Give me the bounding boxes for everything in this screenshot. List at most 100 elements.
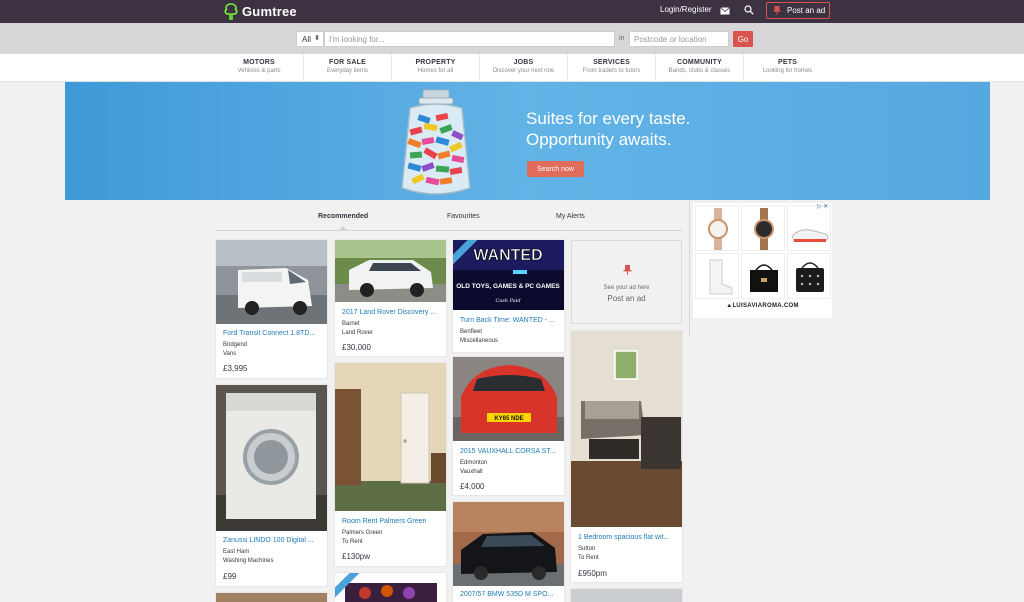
listing-image-bmw [453, 502, 564, 586]
listing-location: Sutton [578, 546, 596, 552]
ad-product-watch-rose[interactable] [695, 205, 739, 251]
listing-image-partial [571, 589, 682, 602]
category-pets[interactable]: PETS Looking for homes [743, 54, 831, 82]
listing-card[interactable]: Zanussi LINDO 100 Digital ... East Ham W… [216, 385, 327, 586]
category-title: PETS [777, 59, 798, 66]
go-button[interactable]: Go [733, 31, 753, 47]
ad-product-bag-black[interactable] [741, 253, 785, 299]
location-input[interactable]: Postcode or location [629, 31, 729, 47]
listing-title[interactable]: Room Rent Palmers Green [342, 518, 426, 525]
number-plate: KY65 NDE [494, 416, 523, 422]
ad-product-boot[interactable] [695, 253, 739, 299]
mail-icon[interactable] [720, 6, 730, 16]
feed-tabs: Recommended Favourites My Alerts [216, 207, 682, 231]
post-ad-label: Post an ad [787, 6, 826, 15]
search-icon[interactable] [744, 5, 754, 15]
gumtree-logo[interactable]: Gumtree [224, 2, 297, 21]
ad-product-sneaker[interactable] [787, 205, 831, 251]
listing-category: Vans [223, 351, 237, 357]
category-motors[interactable]: MOTORS Vehicles & parts [215, 54, 303, 82]
sweet-jar-image [401, 89, 471, 195]
tab-favourites[interactable]: Favourites [447, 213, 480, 220]
ad-product-bag-studded[interactable] [787, 253, 831, 299]
listing-title[interactable]: 1 Bedroom spacious flat wit... [578, 534, 669, 541]
listing-card[interactable]: Room Rent Palmers Green Palmers Green To… [335, 363, 446, 566]
banner-line-2: Opportunity awaits. [526, 130, 672, 149]
category-community[interactable]: COMMUNITY Bands, clubs & classes [655, 54, 743, 82]
listing-title[interactable]: Turn Back Time: WANTED - ... [460, 317, 555, 324]
category-select-value: All [302, 35, 311, 44]
category-subtitle: Looking for homes [762, 68, 813, 74]
listing-price: £950pm [578, 569, 607, 578]
listing-location: Palmers Green [342, 530, 383, 536]
listing-title[interactable]: Ford Transit Connect 1.8TD... [223, 330, 315, 337]
category-title: FOR SALE [329, 59, 366, 66]
search-now-button[interactable]: Search now [527, 161, 584, 177]
wanted-signature: Cash Paid [495, 298, 520, 304]
listing-price: £130pw [342, 552, 371, 561]
boot-image [709, 259, 733, 295]
banner-line-1: Suites for every taste. [526, 109, 691, 128]
listing-image-washing-machine [216, 385, 327, 531]
category-subtitle: Homes for all [417, 68, 454, 74]
listing-price: £99 [223, 572, 237, 581]
listing-card[interactable]: 1 Bedroom spacious flat wit... Sutton To… [571, 331, 682, 582]
your-ad-here-card[interactable]: See your ad here Post an ad [571, 240, 682, 324]
ad-product-watch-black[interactable] [741, 205, 785, 251]
listing-card[interactable] [335, 573, 446, 602]
listing-title[interactable]: 2007/57 BMW 535D M SPO... [460, 591, 553, 598]
category-nav: MOTORS Vehicles & parts FOR SALE Everyda… [0, 54, 1024, 82]
promo-banner[interactable]: Suites for every taste. Opportunity awai… [65, 82, 990, 200]
category-subtitle: Everyday items [326, 68, 368, 74]
ad-choices-icon[interactable]: ▷ ✕ [817, 203, 828, 210]
login-register-link[interactable]: Login/Register [660, 5, 712, 14]
brand-name: Gumtree [242, 4, 297, 19]
search-input[interactable]: I'm looking for... [324, 31, 615, 47]
tab-my-alerts[interactable]: My Alerts [556, 213, 585, 220]
listing-image-room [335, 363, 446, 511]
listing-location: East Ham [223, 549, 250, 555]
tree-icon [224, 3, 238, 20]
listing-title[interactable]: 2017 Land Rover Discovery ... [342, 309, 436, 316]
post-ad-button[interactable]: Post an ad [766, 2, 830, 19]
top-header: Gumtree Login/Register Post an ad [0, 0, 1024, 23]
listing-image-flat [571, 331, 682, 527]
listing-image-partial [216, 593, 327, 602]
category-title: COMMUNITY [677, 59, 722, 66]
listing-location: Bridgend [223, 342, 248, 348]
listing-card[interactable] [216, 593, 327, 602]
pin-icon [773, 6, 781, 15]
category-subtitle: From traders to tutors [582, 68, 641, 74]
side-advertisement[interactable] [693, 203, 832, 318]
listing-card[interactable]: WANTED OLD TOYS, GAMES & PC GAMES Cash P… [453, 240, 564, 352]
listing-image-land-rover [335, 240, 446, 302]
ad-brand-label[interactable]: ▲LUISAVIAROMA.COM [693, 303, 832, 309]
listing-title[interactable]: Zanussi LINDO 100 Digital ... [223, 537, 314, 544]
listing-card[interactable]: 2007/57 BMW 535D M SPO... [453, 502, 564, 602]
bag-image [796, 262, 824, 292]
listing-card[interactable] [571, 589, 682, 602]
active-tab-indicator [338, 226, 348, 231]
category-services[interactable]: SERVICES From traders to tutors [567, 54, 655, 82]
select-arrows-icon: ⬍ [314, 35, 320, 42]
category-jobs[interactable]: JOBS Discover your next role [479, 54, 567, 82]
listing-title[interactable]: 2015 VAUXHALL CORSA ST... [460, 448, 556, 455]
category-for-sale[interactable]: FOR SALE Everyday items [303, 54, 391, 82]
listing-card[interactable]: Ford Transit Connect 1.8TD... Bridgend V… [216, 240, 327, 378]
listing-price: £30,000 [342, 343, 371, 352]
your-ad-post-link[interactable]: Post an ad [572, 294, 681, 303]
listing-image-wanted-poster: WANTED OLD TOYS, GAMES & PC GAMES Cash P… [453, 240, 564, 310]
category-title: MOTORS [243, 59, 275, 66]
listing-category: Vauxhall [460, 469, 483, 475]
listing-card[interactable]: 2017 Land Rover Discovery ... Barnet Lan… [335, 240, 446, 356]
category-title: JOBS [513, 59, 534, 66]
pin-icon [623, 265, 632, 275]
sneaker-image [791, 229, 829, 242]
category-select[interactable]: All ⬍ [296, 31, 324, 47]
category-subtitle: Vehicles & parts [237, 68, 281, 74]
in-label: in [619, 35, 625, 42]
category-property[interactable]: PROPERTY Homes for all [391, 54, 479, 82]
tab-recommended[interactable]: Recommended [318, 213, 368, 220]
watch-image [754, 208, 774, 250]
listing-card[interactable]: KY65 NDE 2015 VAUXHALL CORSA ST... Edmon… [453, 357, 564, 495]
